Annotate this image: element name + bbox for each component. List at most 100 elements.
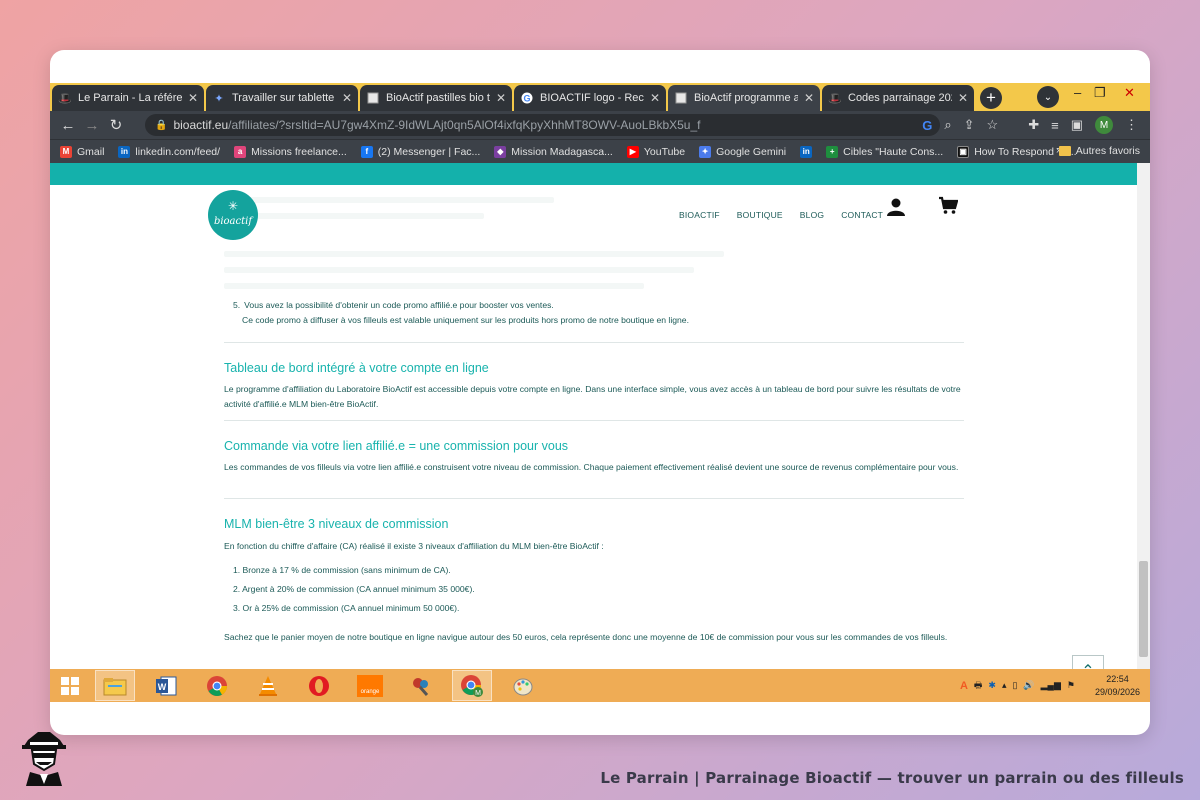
nav-boutique[interactable]: BOUTIQUE — [737, 210, 783, 220]
tab-search-chevron-icon[interactable]: ⌄ — [1037, 86, 1059, 108]
bookmark-linkedin-2[interactable]: in — [800, 145, 813, 158]
browser-tab-4[interactable]: G BIOACTIF logo - Recher ✕ — [514, 85, 666, 111]
tab-close-icon[interactable]: ✕ — [650, 91, 660, 105]
sheets-icon: + — [826, 145, 839, 158]
reload-icon[interactable]: ↻ — [104, 116, 128, 134]
share-icon[interactable]: ⇪ — [964, 117, 975, 133]
folder-icon — [1058, 146, 1071, 156]
bluetooth-icon[interactable]: ✱ — [988, 680, 996, 691]
zoom-icon[interactable]: ⌕ — [944, 117, 951, 133]
nav-blog[interactable]: BLOG — [800, 210, 824, 220]
browser-tab-2[interactable]: ✦ Travailler sur tablette p ✕ — [206, 85, 358, 111]
bookmark-mission-madagascar[interactable]: ◆ Mission Madagasca... — [494, 145, 613, 158]
side-panel-icon[interactable]: ▣ — [1071, 117, 1083, 133]
bookmark-linkedin[interactable]: in linkedin.com/feed/ — [118, 145, 220, 158]
page-scrollbar[interactable] — [1137, 163, 1150, 669]
extensions-puzzle-icon[interactable]: ✚ — [1028, 117, 1039, 133]
orange-app-icon[interactable]: orange — [350, 670, 390, 701]
bookmarks-bar: M Gmail in linkedin.com/feed/ a Missions fr… — [50, 139, 1150, 163]
window-close-icon[interactable]: ✕ — [1124, 85, 1135, 101]
word-icon[interactable]: W — [146, 670, 186, 701]
restore-icon[interactable]: ❐ — [1094, 85, 1106, 101]
tab-label: BioActif pastilles bio tis — [386, 92, 490, 104]
opera-icon[interactable] — [299, 670, 339, 701]
browser-tab-strip: 🎩 Le Parrain - La référence ✕ ✦ Travaill… — [50, 83, 1150, 111]
browser-tab-5-active[interactable]: BioActif programme affi ✕ — [668, 85, 820, 111]
battery-icon[interactable]: ▯ — [1012, 680, 1017, 691]
back-arrow-icon[interactable]: ← — [56, 117, 80, 134]
section-title-dashboard: Tableau de bord intégré à votre compte e… — [224, 361, 489, 375]
tab-close-icon[interactable]: ✕ — [958, 91, 968, 105]
bookmark-missions-freelance[interactable]: a Missions freelance... — [234, 145, 347, 158]
list-item: 2. Argent à 20% de commission (CA annuel… — [233, 584, 475, 594]
menu-kebab-icon[interactable]: ⋮ — [1125, 117, 1138, 133]
tab-label: BIOACTIF logo - Recher — [540, 92, 644, 104]
scrollbar-thumb[interactable] — [1139, 561, 1148, 657]
windows-start-icon[interactable] — [50, 670, 90, 701]
taskbar-clock[interactable]: 22:54 29/09/2026 — [1095, 673, 1140, 699]
system-tray: A 🖶 ✱ ▴ ▯ 🔊 ▂▄▆ ⚑ 22:54 29/09/2026 — [960, 669, 1140, 702]
chrome-icon[interactable] — [197, 670, 237, 701]
linkedin-icon: in — [800, 145, 813, 158]
tab-close-icon[interactable]: ✕ — [342, 91, 352, 105]
bookmark-youtube[interactable]: ▶ YouTube — [626, 145, 685, 158]
page-viewport: ✳ bioactif BIOACTIF BOUTIQUE BLOG CONTAC… — [50, 163, 1150, 669]
screenshot-card: 🎩 Le Parrain - La référence ✕ ✦ Travaill… — [50, 50, 1150, 735]
tab-label: Travailler sur tablette p — [232, 92, 336, 104]
wifi-signal-icon[interactable]: ▂▄▆ — [1041, 680, 1061, 691]
bookmark-gmail[interactable]: M Gmail — [60, 145, 104, 158]
new-tab-plus-icon[interactable]: + — [980, 87, 1002, 109]
youtube-icon: ▶ — [626, 145, 639, 158]
bookmark-messenger[interactable]: f (2) Messenger | Fac... — [360, 145, 480, 158]
avast-icon[interactable]: A — [960, 680, 968, 692]
file-explorer-icon[interactable] — [95, 670, 135, 701]
section-divider — [224, 498, 964, 499]
browser-toolbar: ← → ↻ 🔒 bioactif.eu/affiliates/?srsltid=… — [50, 111, 1150, 139]
forward-arrow-icon[interactable]: → — [80, 117, 104, 134]
back-to-top-chevron-icon[interactable]: ⌃ — [1072, 655, 1104, 669]
tab-close-icon[interactable]: ✕ — [496, 91, 506, 105]
address-bar[interactable]: 🔒 bioactif.eu/affiliates/?srsltid=AU7gw4… — [145, 114, 940, 136]
browser-tab-6[interactable]: 🎩 Codes parrainage 2026 ✕ — [822, 85, 974, 111]
minimize-icon[interactable]: – — [1074, 85, 1081, 100]
bookmark-cibles[interactable]: + Cibles "Haute Cons... — [826, 145, 943, 158]
notification-flag-icon[interactable]: ⚑ — [1067, 680, 1075, 691]
commission-levels-list: 1. Bronze à 17 % de commission (sans min… — [233, 561, 475, 618]
media-queue-icon[interactable]: ≡ — [1051, 118, 1059, 133]
browser-tab-3[interactable]: BioActif pastilles bio tis ✕ — [360, 85, 512, 111]
linkedin-icon: in — [118, 145, 131, 158]
tab-close-icon[interactable]: ✕ — [188, 91, 198, 105]
facebook-icon: f — [360, 145, 373, 158]
shopping-cart-icon[interactable] — [938, 196, 958, 216]
user-account-icon[interactable] — [886, 197, 906, 217]
network-printer-icon[interactable]: 🖶 — [974, 678, 983, 694]
url-domain: bioactif.eu — [173, 118, 229, 132]
bookmark-google-gemini[interactable]: ✦ Google Gemini — [699, 145, 786, 158]
lock-icon: 🔒 — [155, 119, 168, 131]
section-text-commission: Les commandes de vos filleuls via votre … — [224, 462, 959, 472]
caption-text: Le Parrain | Parrainage Bioactif — trouv… — [600, 769, 1184, 787]
site-nav: BIOACTIF BOUTIQUE BLOG CONTACT — [679, 210, 883, 220]
tray-arrow-icon[interactable]: ▴ — [1002, 680, 1007, 691]
tab-label: Codes parrainage 2026 — [848, 92, 952, 104]
orange-label: orange — [357, 674, 383, 697]
vlc-icon[interactable] — [248, 670, 288, 701]
nav-contact[interactable]: CONTACT — [841, 210, 883, 220]
chrome-profile-icon[interactable]: M — [452, 670, 492, 701]
bookmark-star-icon[interactable]: ☆ — [987, 117, 999, 133]
le-parrain-favicon-icon: 🎩 — [58, 92, 72, 105]
tab-close-icon[interactable]: ✕ — [804, 91, 814, 105]
profile-avatar[interactable]: M — [1095, 116, 1113, 134]
browser-tab-1[interactable]: 🎩 Le Parrain - La référence ✕ — [52, 85, 204, 111]
list-item-5: 5. Vous avez la possibilité d'obtenir un … — [224, 298, 964, 328]
section-divider — [224, 342, 964, 343]
volume-icon[interactable]: 🔊 — [1023, 680, 1034, 691]
paint-tools-icon[interactable] — [401, 670, 441, 701]
bioactif-logo[interactable]: ✳ bioactif — [208, 190, 258, 240]
other-bookmarks[interactable]: Autres favoris — [1058, 145, 1140, 157]
clock-time: 22:54 — [1106, 673, 1129, 684]
svg-text:W: W — [158, 682, 167, 692]
google-lens-icon[interactable]: G — [922, 118, 932, 133]
paint-palette-icon[interactable] — [503, 670, 543, 701]
nav-bioactif[interactable]: BIOACTIF — [679, 210, 720, 220]
